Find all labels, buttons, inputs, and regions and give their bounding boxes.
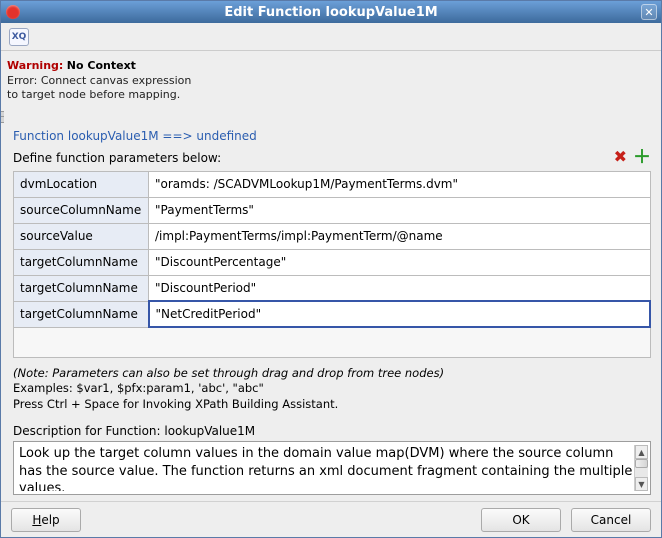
cancel-button[interactable]: Cancel	[571, 508, 651, 532]
param-name-cell[interactable]: targetColumnName	[14, 275, 149, 301]
table-row-empty	[14, 327, 651, 357]
xquery-icon[interactable]: XQ	[9, 28, 29, 46]
param-value-cell[interactable]: "DiscountPercentage"	[149, 249, 651, 275]
param-value-cell[interactable]: "DiscountPeriod"	[149, 275, 651, 301]
table-row[interactable]: sourceColumnName"PaymentTerms"	[14, 197, 651, 223]
note-line: (Note: Parameters can also be set throug…	[13, 366, 651, 382]
param-value-input[interactable]	[150, 303, 650, 325]
param-name-cell[interactable]: dvmLocation	[14, 171, 149, 197]
param-name-cell[interactable]: targetColumnName	[14, 301, 149, 327]
scroll-up-icon[interactable]: ▲	[635, 445, 648, 459]
notes-block: (Note: Parameters can also be set throug…	[13, 366, 651, 413]
ok-button[interactable]: OK	[481, 508, 561, 532]
delete-param-icon[interactable]: ✖	[614, 149, 627, 167]
param-name-cell[interactable]: sourceValue	[14, 223, 149, 249]
help-button[interactable]: Help	[11, 508, 81, 532]
add-param-icon[interactable]: ＋	[633, 149, 651, 167]
titlebar[interactable]: Edit Function lookupValue1M ✕	[1, 1, 661, 23]
vertical-splitter[interactable]	[1, 111, 4, 123]
xpath-hint-line: Press Ctrl + Space for Invoking XPath Bu…	[13, 397, 651, 413]
window-title: Edit Function lookupValue1M	[25, 5, 637, 20]
description-label: Description for Function: lookupValue1M	[13, 424, 651, 438]
warning-prefix: Warning:	[7, 59, 63, 72]
define-label: Define function parameters below:	[13, 151, 221, 165]
warning-line: Warning: No Context	[7, 59, 198, 72]
table-row[interactable]: targetColumnName	[14, 301, 651, 327]
table-row[interactable]: targetColumnName"DiscountPeriod"	[14, 275, 651, 301]
function-signature: Function lookupValue1M ==> undefined	[13, 129, 651, 143]
toolbar: XQ	[1, 23, 661, 51]
button-row: Help OK Cancel	[1, 501, 661, 537]
param-name-cell[interactable]: targetColumnName	[14, 249, 149, 275]
define-row: Define function parameters below: ✖ ＋	[13, 149, 651, 167]
examples-line: Examples: $var1, $pfx:param1, 'abc', "ab…	[13, 381, 651, 397]
close-icon[interactable]: ✕	[641, 4, 657, 20]
param-value-cell[interactable]: /impl:PaymentTerms/impl:PaymentTerm/@nam…	[149, 223, 651, 249]
app-icon	[6, 5, 20, 19]
param-value-cell[interactable]: "PaymentTerms"	[149, 197, 651, 223]
table-row[interactable]: sourceValue/impl:PaymentTerms/impl:Payme…	[14, 223, 651, 249]
description-text[interactable]: Look up the target column values in the …	[19, 445, 634, 491]
table-row[interactable]: dvmLocation"oramds: /SCADVMLookup1M/Paym…	[14, 171, 651, 197]
scroll-thumb[interactable]	[635, 459, 648, 468]
table-row[interactable]: targetColumnName"DiscountPercentage"	[14, 249, 651, 275]
description-scrollbar[interactable]: ▲ ▼	[634, 445, 648, 491]
param-value-cell[interactable]: "oramds: /SCADVMLookup1M/PaymentTerms.dv…	[149, 171, 651, 197]
description-box: Look up the target column values in the …	[13, 441, 651, 495]
param-name-cell[interactable]: sourceColumnName	[14, 197, 149, 223]
error-text: Error: Connect canvas expression to targ…	[7, 74, 198, 103]
dialog: Edit Function lookupValue1M ✕ XQ Warning…	[0, 0, 662, 538]
warning-title: No Context	[67, 59, 136, 72]
scroll-down-icon[interactable]: ▼	[635, 477, 648, 491]
dialog-body: Warning: No Context Error: Connect canva…	[1, 51, 661, 501]
left-pane: Warning: No Context Error: Connect canva…	[1, 51, 204, 111]
param-value-cell[interactable]	[149, 301, 651, 327]
param-table: dvmLocation"oramds: /SCADVMLookup1M/Paym…	[13, 171, 651, 358]
right-pane: Function lookupValue1M ==> undefined Def…	[1, 123, 661, 501]
